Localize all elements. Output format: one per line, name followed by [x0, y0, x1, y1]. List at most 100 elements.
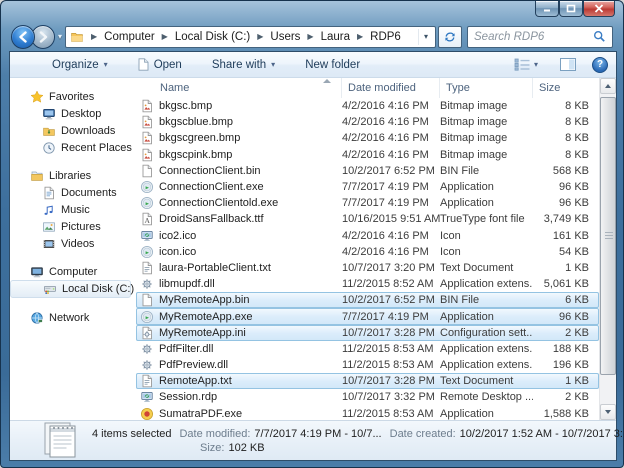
- file-date-modified: 7/7/2017 4:19 PM: [342, 311, 440, 323]
- table-row[interactable]: PdfPreview.dll11/2/2015 8:53 AMApplicati…: [136, 357, 599, 373]
- minimize-button[interactable]: [535, 1, 559, 17]
- column-header-date-modified[interactable]: Date modified: [342, 78, 440, 98]
- file-type: Application: [440, 181, 533, 193]
- sidebar-item-documents[interactable]: Documents: [10, 184, 131, 201]
- file-name: bkgscgreen.bmp: [159, 132, 240, 144]
- breadcrumb: ▶Computer▶Local Disk (C:)▶Users▶Laura▶RD…: [86, 30, 403, 44]
- file-name: bkgscblue.bmp: [159, 116, 233, 128]
- file-type: Bitmap image: [440, 132, 533, 144]
- organize-label: Organize: [52, 59, 99, 71]
- file-date-modified: 10/7/2017 3:28 PM: [342, 375, 440, 387]
- multiple-files-icon: [40, 421, 82, 459]
- breadcrumb-item[interactable]: Users: [268, 30, 302, 44]
- file-size: 5,061 KB: [533, 278, 599, 290]
- back-arrow-icon: [17, 31, 29, 43]
- address-dropdown-icon[interactable]: ▾: [418, 29, 433, 45]
- command-toolbar: Organize ▾ Open Share with ▾ New folder: [10, 52, 616, 78]
- sidebar-item-desktop[interactable]: Desktop: [10, 105, 131, 122]
- bin-icon: [140, 164, 154, 178]
- table-row[interactable]: MyRemoteApp.bin10/2/2017 6:52 PMBIN File…: [136, 292, 599, 308]
- file-date-modified: 4/2/2016 4:16 PM: [342, 246, 440, 258]
- table-row[interactable]: bkgscpink.bmp4/2/2016 4:16 PMBitmap imag…: [136, 147, 599, 163]
- share-with-button[interactable]: Share with ▾: [206, 56, 281, 74]
- file-type: Remote Desktop ...: [440, 391, 533, 403]
- close-icon: [594, 4, 604, 13]
- help-button[interactable]: ?: [592, 57, 608, 73]
- table-row[interactable]: libmupdf.dll11/2/2015 8:52 AMApplication…: [136, 276, 599, 292]
- table-row[interactable]: bkgscblue.bmp4/2/2016 4:16 PMBitmap imag…: [136, 114, 599, 130]
- breadcrumb-box[interactable]: ▶Computer▶Local Disk (C:)▶Users▶Laura▶RD…: [65, 26, 436, 48]
- sidebar-section-computer[interactable]: Computer: [10, 263, 136, 280]
- table-row[interactable]: MyRemoteApp.ini10/7/2017 3:28 PMConfigur…: [136, 325, 599, 341]
- table-row[interactable]: MyRemoteApp.exe7/7/2017 4:19 PMApplicati…: [136, 308, 599, 324]
- refresh-button[interactable]: [438, 26, 462, 48]
- minimize-icon: [542, 4, 552, 13]
- preview-pane-button[interactable]: [554, 55, 582, 74]
- close-button[interactable]: [583, 1, 615, 17]
- font-icon: A: [140, 212, 154, 226]
- window-controls: [535, 1, 615, 17]
- scrollbar-thumb[interactable]: [600, 97, 616, 375]
- file-name: MyRemoteApp.exe: [159, 311, 253, 323]
- organize-button[interactable]: Organize ▾: [46, 56, 114, 74]
- sidebar-section-libraries[interactable]: Libraries: [10, 167, 136, 184]
- table-row[interactable]: bkgsc.bmp4/2/2016 4:16 PMBitmap image8 K…: [136, 98, 599, 114]
- sidebar-item-local-disk-c-[interactable]: Local Disk (C:): [10, 280, 131, 298]
- change-view-button[interactable]: ▾: [508, 55, 544, 74]
- table-row[interactable]: laura-PortableClient.txt10/7/2017 3:20 P…: [136, 260, 599, 276]
- table-row[interactable]: ConnectionClient.exe7/7/2017 4:19 PMAppl…: [136, 179, 599, 195]
- new-folder-button[interactable]: New folder: [299, 56, 366, 74]
- table-row[interactable]: ico2.ico4/2/2016 4:16 PMIcon161 KB: [136, 228, 599, 244]
- history-dropdown-icon[interactable]: ▾: [58, 32, 62, 41]
- table-row[interactable]: RemoteApp.txt10/7/2017 3:28 PMText Docum…: [136, 373, 599, 389]
- table-row[interactable]: Session.rdp10/7/2017 3:32 PMRemote Deskt…: [136, 389, 599, 405]
- breadcrumb-item[interactable]: RDP6: [368, 30, 403, 44]
- file-name: ConnectionClient.bin: [159, 165, 261, 177]
- column-header-type[interactable]: Type: [440, 78, 533, 98]
- maximize-icon: [566, 4, 576, 13]
- open-button[interactable]: Open: [132, 55, 188, 74]
- table-row[interactable]: ConnectionClientold.exe7/7/2017 4:19 PMA…: [136, 195, 599, 211]
- file-name-cell: MyRemoteApp.ini: [136, 326, 342, 340]
- sidebar-item-pictures[interactable]: Pictures: [10, 218, 131, 235]
- breadcrumb-item[interactable]: Local Disk (C:): [173, 30, 252, 44]
- file-name-cell: ico2.ico: [136, 229, 342, 243]
- table-row[interactable]: ADroidSansFallback.ttf10/16/2015 9:51 AM…: [136, 211, 599, 227]
- recent-icon: [42, 141, 56, 155]
- sidebar-item-downloads[interactable]: Downloads: [10, 122, 131, 139]
- scroll-up-button[interactable]: [600, 78, 616, 94]
- search-input[interactable]: Search RDP6: [467, 26, 613, 48]
- scroll-down-button[interactable]: [600, 404, 616, 420]
- file-type: Text Document: [440, 375, 533, 387]
- dll-icon: [140, 342, 154, 356]
- file-list: Name Date modified Type Size bkgsc.bmp4/…: [136, 78, 599, 420]
- sidebar-section-network[interactable]: Network: [10, 309, 136, 326]
- table-row[interactable]: SumatraPDF.exe11/2/2015 8:53 AMApplicati…: [136, 406, 599, 420]
- sidebar-item-label: Desktop: [61, 108, 101, 120]
- file-type: Icon: [440, 246, 533, 258]
- breadcrumb-item[interactable]: Computer: [102, 30, 157, 44]
- sidebar-item-recent-places[interactable]: Recent Places: [10, 139, 131, 156]
- file-size: 96 KB: [533, 311, 599, 323]
- back-button[interactable]: [11, 25, 35, 49]
- txt-icon: [140, 374, 154, 388]
- table-row[interactable]: icon.ico4/2/2016 4:16 PMIcon54 KB: [136, 244, 599, 260]
- breadcrumb-item[interactable]: Laura: [319, 30, 352, 44]
- sidebar-section-favorites[interactable]: Favorites: [10, 88, 136, 105]
- file-rows: bkgsc.bmp4/2/2016 4:16 PMBitmap image8 K…: [136, 98, 599, 420]
- file-type: BIN File: [440, 165, 533, 177]
- sidebar-section: Favorites Desktop DownloadsRecent Places: [10, 88, 136, 156]
- chevron-down-icon: ▾: [271, 60, 275, 69]
- table-row[interactable]: bkgscgreen.bmp4/2/2016 4:16 PMBitmap ima…: [136, 130, 599, 146]
- column-header-name[interactable]: Name: [136, 78, 342, 98]
- table-row[interactable]: PdfFilter.dll11/2/2015 8:53 AMApplicatio…: [136, 341, 599, 357]
- file-date-modified: 11/2/2015 8:53 AM: [342, 359, 440, 371]
- table-row[interactable]: ConnectionClient.bin10/2/2017 6:52 PMBIN…: [136, 163, 599, 179]
- scroll-down-icon: [605, 410, 611, 414]
- vertical-scrollbar[interactable]: [599, 78, 616, 420]
- sidebar-item-videos[interactable]: Videos: [10, 235, 131, 252]
- column-header-size[interactable]: Size: [533, 78, 599, 98]
- views-icon: [514, 58, 531, 71]
- maximize-button[interactable]: [559, 1, 583, 17]
- sidebar-item-music[interactable]: Music: [10, 201, 131, 218]
